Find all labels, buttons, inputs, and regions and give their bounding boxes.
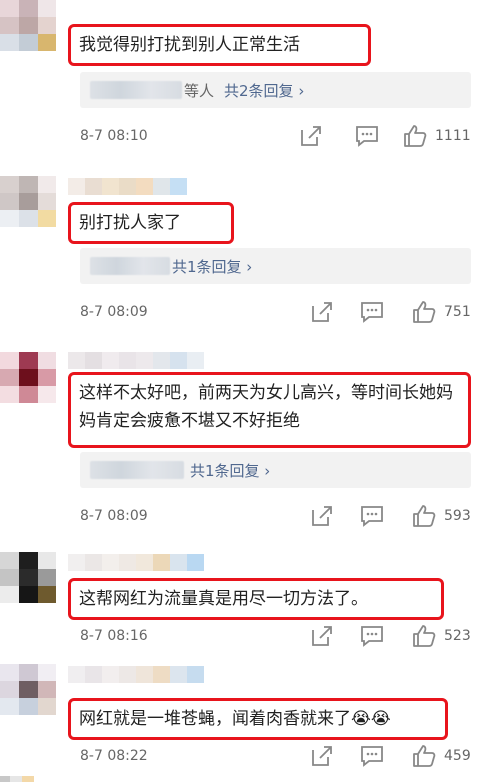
comment-item: 网红就是一堆苍蝇，闻着肉香就来了😭😭 8-7 08:22 459 [0,660,485,776]
like-count: 593 [444,508,471,524]
author-name[interactable] [68,352,218,369]
reply-count-link[interactable]: 共1条回复 › [172,258,252,276]
like-count: 523 [444,628,471,644]
reply-count-link[interactable]: 共2条回复 › [224,82,304,100]
comment-item: 这帮网红为流量真是用尽一切方法了。 8-7 08:16 523 [0,552,485,652]
comment-item: 我觉得别打扰到别人正常生活 等人 共2条回复 › 8-7 08:10 1111 [0,0,485,160]
comment-meta: 8-7 08:16 523 [80,624,471,652]
like-icon[interactable] [412,744,436,768]
comment-meta: 8-7 08:09 751 [80,300,471,328]
comment-item: 别打扰人家了 共1条回复 › 8-7 08:09 751 [0,172,485,332]
like-count: 1111 [435,128,471,144]
avatar[interactable] [0,176,56,228]
reply-author-name [90,461,184,479]
like-icon[interactable] [412,300,436,324]
timestamp: 8-7 08:10 [80,128,148,144]
like-icon[interactable] [403,124,427,148]
share-icon[interactable] [310,624,334,648]
author-name[interactable] [68,554,218,571]
author-name[interactable] [68,666,218,683]
share-icon[interactable] [310,504,334,528]
reply-prefix: 等人 [184,82,215,100]
like-icon[interactable] [412,624,436,648]
like-icon[interactable] [412,504,436,528]
timestamp: 8-7 08:09 [80,508,148,524]
comment-text: 别打扰人家了 [68,202,234,244]
share-icon[interactable] [310,744,334,768]
comment-meta: 8-7 08:09 593 [80,504,471,532]
comment-meta: 8-7 08:10 1111 [80,124,471,152]
share-icon[interactable] [299,124,323,148]
comment-text: 这帮网红为流量真是用尽一切方法了。 [68,578,444,620]
avatar[interactable] [0,664,56,722]
comment-text: 这样不太好吧，前两天为女儿高兴，等时间长她妈妈肯定会疲惫不堪又不好拒绝 [68,372,471,448]
comment-icon[interactable] [355,124,379,148]
reply-box[interactable]: 共1条回复 › [80,452,471,488]
avatar[interactable] [0,0,56,54]
comment-item: 这样不太好吧，前两天为女儿高兴，等时间长她妈妈肯定会疲惫不堪又不好拒绝 共1条回… [0,348,485,538]
comment-text: 网红就是一堆苍蝇，闻着肉香就来了😭😭 [68,698,448,740]
like-count: 751 [444,304,471,320]
author-name[interactable] [68,178,188,195]
reply-box[interactable]: 共1条回复 › [80,248,471,284]
share-icon[interactable] [310,300,334,324]
reply-box[interactable]: 等人 共2条回复 › [80,72,471,108]
timestamp: 8-7 08:09 [80,304,148,320]
comment-icon[interactable] [360,504,384,528]
like-count: 459 [444,748,471,764]
reply-author-name [90,81,182,99]
timestamp: 8-7 08:22 [80,748,148,764]
avatar[interactable] [0,352,56,412]
next-comment-avatar-edge [0,776,485,782]
reply-count-link[interactable]: 共1条回复 › [190,462,270,480]
reply-author-name [90,257,170,275]
comment-text: 我觉得别打扰到别人正常生活 [68,24,371,66]
comment-icon[interactable] [360,624,384,648]
avatar[interactable] [0,552,56,610]
timestamp: 8-7 08:16 [80,628,148,644]
comment-icon[interactable] [360,744,384,768]
comment-icon[interactable] [360,300,384,324]
comment-meta: 8-7 08:22 459 [80,744,471,772]
